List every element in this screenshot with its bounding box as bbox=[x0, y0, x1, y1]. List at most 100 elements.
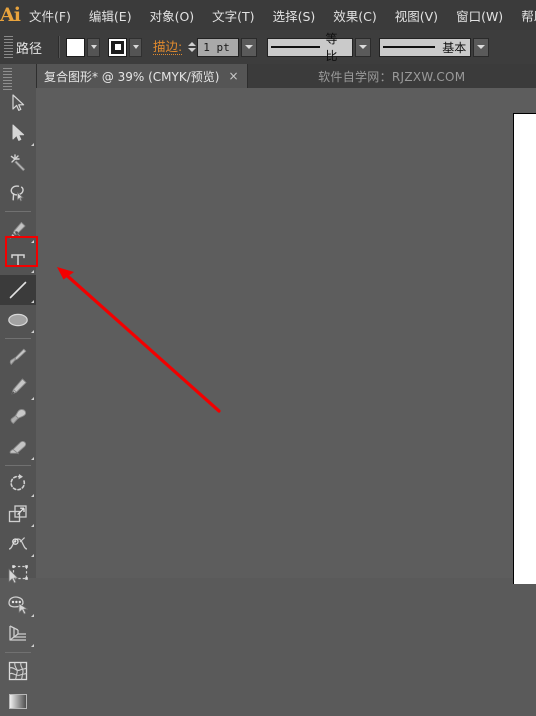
document-tab-close-icon[interactable]: × bbox=[228, 70, 238, 82]
tool-scale-tool[interactable] bbox=[0, 499, 36, 529]
stroke-color-swatch[interactable] bbox=[108, 38, 127, 57]
tool-ellipse-tool[interactable] bbox=[0, 305, 36, 335]
stroke-profile-preview-icon bbox=[271, 46, 320, 48]
tool-type-tool[interactable] bbox=[0, 245, 36, 275]
menu-view[interactable]: 视图(V) bbox=[386, 0, 447, 30]
tool-free-transform-tool[interactable] bbox=[0, 559, 36, 589]
flyout-corner-icon[interactable] bbox=[31, 524, 34, 527]
tool-paintbrush-tool[interactable] bbox=[0, 342, 36, 372]
blob-brush-icon bbox=[7, 406, 29, 428]
free-transform-icon bbox=[7, 563, 29, 585]
stroke-weight-input[interactable]: 1 pt bbox=[197, 38, 239, 57]
menu-select[interactable]: 选择(S) bbox=[264, 0, 325, 30]
flyout-corner-icon[interactable] bbox=[31, 554, 34, 557]
fill-color-control[interactable] bbox=[66, 38, 100, 57]
magic-wand-icon bbox=[8, 153, 28, 173]
width-tool-icon bbox=[6, 533, 30, 555]
tool-rotate-tool[interactable] bbox=[0, 469, 36, 499]
brush-definition-control[interactable]: 基本 bbox=[379, 38, 489, 57]
selection-context-label: 路径 bbox=[16, 38, 42, 57]
flyout-corner-icon[interactable] bbox=[31, 614, 34, 617]
stroke-color-dropdown-chevron-icon[interactable] bbox=[129, 38, 142, 57]
control-bar-grip-handle[interactable] bbox=[4, 36, 13, 58]
scale-icon bbox=[7, 503, 29, 525]
menu-bar: Ai 文件(F) 编辑(E) 对象(O) 文字(T) 选择(S) 效果(C) 视… bbox=[0, 0, 536, 30]
tool-blob-brush-tool[interactable] bbox=[0, 402, 36, 432]
selection-arrow-icon bbox=[10, 94, 26, 112]
tools-divider-1 bbox=[5, 211, 31, 212]
menu-object[interactable]: 对象(O) bbox=[141, 0, 204, 30]
fill-color-dropdown-chevron-icon[interactable] bbox=[87, 38, 100, 57]
document-tab-title: 复合图形* @ 39% (CMYK/预览) bbox=[44, 68, 219, 85]
flyout-corner-icon[interactable] bbox=[31, 240, 34, 243]
perspective-grid-icon bbox=[6, 623, 30, 645]
menu-effect[interactable]: 效果(C) bbox=[324, 0, 385, 30]
menu-help[interactable]: 帮助 bbox=[512, 0, 536, 30]
line-segment-icon bbox=[7, 279, 29, 301]
variable-width-profile-select[interactable]: 等比 bbox=[267, 38, 353, 57]
stroke-weight-label[interactable]: 描边: bbox=[153, 40, 182, 55]
tool-gradient-tool[interactable] bbox=[0, 686, 36, 716]
tool-direct-selection-tool[interactable] bbox=[0, 118, 36, 148]
artboard[interactable] bbox=[513, 113, 536, 584]
brush-definition-value: 基本 bbox=[442, 39, 466, 56]
document-tab-bar: 复合图形* @ 39% (CMYK/预览) × 软件自学网：RJZXW.COM bbox=[36, 64, 536, 89]
tool-pen-tool[interactable] bbox=[0, 215, 36, 245]
tool-pencil-tool[interactable] bbox=[0, 372, 36, 402]
ai-logo-icon: Ai bbox=[0, 0, 20, 30]
tools-panel-grip-handle[interactable] bbox=[3, 68, 12, 90]
gradient-icon bbox=[7, 690, 29, 712]
flyout-corner-icon[interactable] bbox=[31, 457, 34, 460]
tools-divider-4 bbox=[5, 652, 31, 653]
pen-nib-icon bbox=[8, 220, 28, 240]
tools-divider-3 bbox=[5, 465, 31, 466]
tool-mesh-tool[interactable] bbox=[0, 656, 36, 686]
tool-line-segment-tool[interactable] bbox=[0, 275, 36, 305]
stepper-up-icon[interactable] bbox=[188, 42, 196, 46]
brush-preview-icon bbox=[383, 46, 435, 48]
fill-color-swatch[interactable] bbox=[66, 38, 85, 57]
menu-type[interactable]: 文字(T) bbox=[203, 0, 263, 30]
tool-shape-builder-tool[interactable] bbox=[0, 589, 36, 619]
variable-width-profile-control[interactable]: 等比 bbox=[267, 38, 371, 57]
control-options-bar: 路径 描边: 1 pt 等比 bbox=[0, 30, 536, 65]
tool-magic-wand-tool[interactable] bbox=[0, 148, 36, 178]
tool-selection-tool[interactable] bbox=[0, 88, 36, 118]
mesh-grid-icon bbox=[7, 660, 29, 682]
tool-eraser-tool[interactable] bbox=[0, 432, 36, 462]
stroke-color-control[interactable] bbox=[108, 38, 142, 57]
site-watermark: 软件自学网：RJZXW.COM bbox=[248, 64, 536, 88]
stroke-weight-stepper[interactable] bbox=[188, 41, 196, 53]
variable-width-profile-chevron-icon[interactable] bbox=[355, 38, 371, 57]
variable-width-profile-value: 等比 bbox=[325, 30, 348, 64]
brush-definition-chevron-icon[interactable] bbox=[473, 38, 489, 57]
document-tab[interactable]: 复合图形* @ 39% (CMYK/预览) × bbox=[36, 64, 248, 88]
flyout-corner-icon[interactable] bbox=[31, 300, 34, 303]
stroke-weight-dropdown-chevron-icon[interactable] bbox=[241, 38, 257, 57]
illustrator-window: Ai 文件(F) 编辑(E) 对象(O) 文字(T) 选择(S) 效果(C) 视… bbox=[0, 0, 536, 578]
tools-panel bbox=[0, 64, 37, 578]
stepper-down-icon[interactable] bbox=[188, 48, 196, 52]
flyout-corner-icon[interactable] bbox=[31, 270, 34, 273]
paintbrush-icon bbox=[7, 346, 29, 368]
tool-lasso-tool[interactable] bbox=[0, 178, 36, 208]
flyout-corner-icon[interactable] bbox=[31, 644, 34, 647]
flyout-corner-icon[interactable] bbox=[31, 143, 34, 146]
control-bar-divider-1 bbox=[58, 36, 60, 58]
eraser-icon bbox=[6, 437, 30, 457]
menu-window[interactable]: 窗口(W) bbox=[447, 0, 512, 30]
lasso-icon bbox=[8, 183, 28, 203]
flyout-corner-icon[interactable] bbox=[31, 494, 34, 497]
rotate-icon bbox=[7, 473, 29, 495]
menu-file[interactable]: 文件(F) bbox=[20, 0, 80, 30]
menu-edit[interactable]: 编辑(E) bbox=[80, 0, 141, 30]
tool-perspective-grid-tool[interactable] bbox=[0, 619, 36, 649]
flyout-corner-icon[interactable] bbox=[31, 397, 34, 400]
type-t-icon bbox=[9, 251, 27, 269]
document-canvas[interactable] bbox=[36, 88, 536, 578]
direct-selection-arrow-icon bbox=[10, 124, 26, 142]
brush-definition-select[interactable]: 基本 bbox=[379, 38, 471, 57]
flyout-corner-icon[interactable] bbox=[31, 330, 34, 333]
tools-divider-2 bbox=[5, 338, 31, 339]
tool-width-tool[interactable] bbox=[0, 529, 36, 559]
